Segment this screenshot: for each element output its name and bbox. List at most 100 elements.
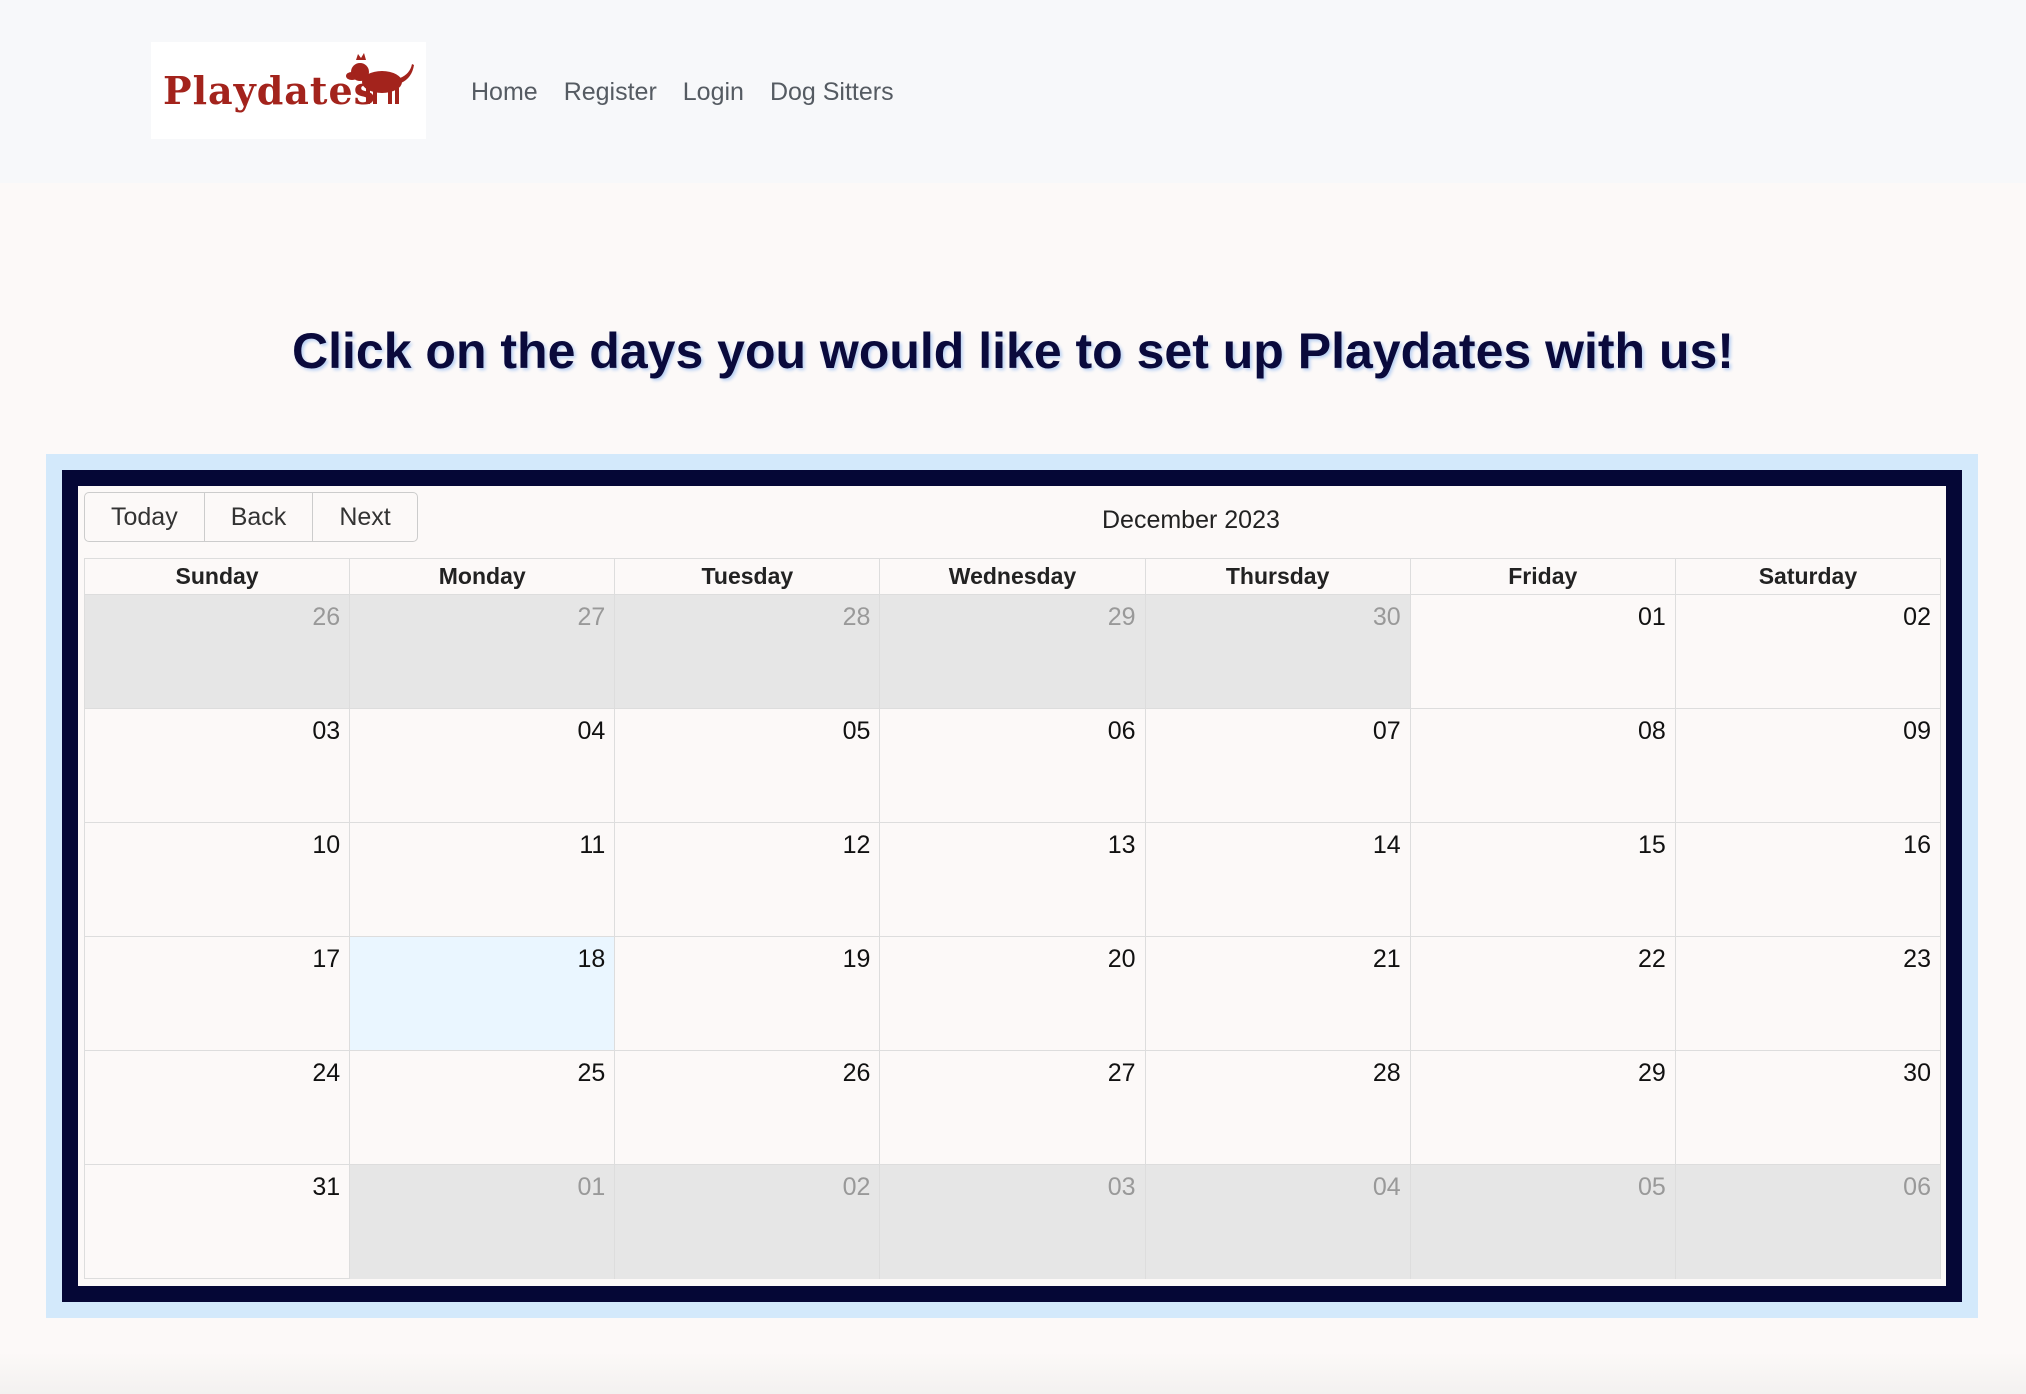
day-cell[interactable]: 29: [1409, 1051, 1675, 1164]
day-number: 02: [842, 1173, 871, 1201]
day-cell[interactable]: 13: [879, 823, 1144, 936]
day-cell[interactable]: 27: [879, 1051, 1144, 1164]
week-row: 03 04 05 06 07 08 09: [85, 709, 1940, 823]
day-cell[interactable]: 09: [1674, 709, 1940, 822]
day-cell[interactable]: 01: [1409, 595, 1675, 708]
weekday-header: Sunday Monday Tuesday Wednesday Thursday Frid…: [85, 559, 1940, 595]
weekday-monday: Monday: [349, 559, 614, 594]
day-number: 17: [312, 945, 341, 973]
day-number: 04: [577, 717, 606, 745]
next-button[interactable]: Next: [312, 492, 418, 542]
day-number: 26: [842, 1059, 871, 1087]
day-cell[interactable]: 02: [1674, 595, 1940, 708]
day-cell[interactable]: 31: [85, 1165, 349, 1279]
week-row: 24 25 26 27 28 29 30: [85, 1051, 1940, 1165]
day-cell-other-month[interactable]: 28: [614, 595, 880, 708]
day-number: 14: [1372, 831, 1401, 859]
week-row: 26 27 28 29 30 01 02: [85, 595, 1940, 709]
day-cell[interactable]: 20: [879, 937, 1144, 1050]
weekday-saturday: Saturday: [1674, 559, 1940, 594]
day-cell[interactable]: 25: [349, 1051, 614, 1164]
day-cell[interactable]: 26: [614, 1051, 879, 1164]
week-row: 31 01 02 03 04 05 06: [85, 1165, 1940, 1279]
day-number: 19: [842, 945, 871, 973]
day-number: 21: [1372, 945, 1401, 973]
day-cell[interactable]: 16: [1674, 823, 1940, 936]
logo[interactable]: Playdates: [151, 42, 426, 139]
day-cell[interactable]: 07: [1144, 709, 1410, 822]
day-number: 08: [1638, 717, 1666, 745]
weekday-tuesday: Tuesday: [614, 559, 879, 594]
day-number: 01: [1638, 603, 1666, 631]
day-cell[interactable]: 03: [85, 709, 349, 822]
day-cell[interactable]: 17: [85, 937, 349, 1050]
nav-login[interactable]: Login: [683, 75, 744, 109]
day-number: 24: [312, 1059, 341, 1087]
day-number: 05: [842, 717, 871, 745]
week-row: 17 18 19 20 21 22 23: [85, 937, 1940, 1051]
back-button[interactable]: Back: [203, 492, 314, 542]
day-number: 02: [1903, 603, 1931, 631]
calendar-toolbar: Today Back Next: [84, 492, 418, 542]
day-number: 27: [1107, 1059, 1136, 1087]
day-number: 28: [1372, 1059, 1401, 1087]
nav-links: Home Register Login Dog Sitters: [471, 75, 920, 109]
day-number: 25: [577, 1059, 606, 1087]
day-number: 11: [579, 831, 606, 859]
day-cell-other-month[interactable]: 30: [1144, 595, 1410, 708]
weekday-thursday: Thursday: [1144, 559, 1410, 594]
day-cell[interactable]: 28: [1144, 1051, 1410, 1164]
nav-dog-sitters[interactable]: Dog Sitters: [770, 75, 894, 109]
day-cell-other-month[interactable]: 29: [879, 595, 1145, 708]
day-number: 31: [312, 1173, 341, 1201]
day-number: 13: [1107, 831, 1136, 859]
day-number: 15: [1638, 831, 1666, 859]
page-footer-fade: [0, 1352, 2026, 1394]
weekday-sunday: Sunday: [175, 563, 259, 589]
day-number: 29: [1107, 603, 1136, 631]
day-cell-other-month[interactable]: 02: [614, 1165, 880, 1279]
day-number: 09: [1903, 717, 1931, 745]
month-grid: Sunday Monday Tuesday Wednesday Thursday Frid…: [84, 558, 1941, 1279]
day-number: 30: [1903, 1059, 1931, 1087]
page-headline: Click on the days you would like to set …: [292, 323, 1734, 379]
day-cell[interactable]: 15: [1409, 823, 1675, 936]
day-number: 20: [1107, 945, 1136, 973]
day-cell-today[interactable]: 18: [349, 937, 615, 1050]
dog-icon: [346, 53, 414, 104]
day-cell[interactable]: 19: [614, 937, 879, 1050]
day-cell-other-month[interactable]: 05: [1409, 1165, 1675, 1279]
day-cell-other-month[interactable]: 03: [879, 1165, 1145, 1279]
day-cell[interactable]: 05: [614, 709, 879, 822]
today-button[interactable]: Today: [84, 492, 205, 542]
weekday-friday: Friday: [1409, 559, 1675, 594]
day-cell[interactable]: 14: [1144, 823, 1410, 936]
day-cell[interactable]: 04: [349, 709, 614, 822]
day-number: 06: [1107, 717, 1136, 745]
day-cell[interactable]: 06: [879, 709, 1144, 822]
day-number: 22: [1638, 945, 1666, 973]
day-cell[interactable]: 30: [1674, 1051, 1940, 1164]
week-row: 10 11 12 13 14 15 16: [85, 823, 1940, 937]
day-cell-other-month[interactable]: 01: [349, 1165, 615, 1279]
day-cell[interactable]: 24: [85, 1051, 349, 1164]
nav-register[interactable]: Register: [564, 75, 657, 109]
day-cell[interactable]: 21: [1144, 937, 1410, 1050]
day-cell[interactable]: 22: [1409, 937, 1675, 1050]
day-number: 07: [1372, 717, 1401, 745]
day-cell-other-month[interactable]: 26: [85, 595, 350, 708]
day-cell[interactable]: 10: [85, 823, 349, 936]
day-cell-other-month[interactable]: 04: [1144, 1165, 1410, 1279]
weekday-wednesday: Wednesday: [879, 559, 1144, 594]
day-cell-other-month[interactable]: 06: [1674, 1165, 1940, 1279]
day-number: 26: [312, 603, 341, 631]
day-number: 23: [1903, 945, 1931, 973]
day-cell-other-month[interactable]: 27: [349, 595, 615, 708]
nav-home[interactable]: Home: [471, 75, 538, 109]
day-number: 05: [1638, 1173, 1666, 1201]
day-cell[interactable]: 23: [1674, 937, 1940, 1050]
day-cell[interactable]: 11: [349, 823, 614, 936]
day-cell[interactable]: 12: [614, 823, 879, 936]
day-cell[interactable]: 08: [1409, 709, 1675, 822]
day-number: 30: [1372, 603, 1401, 631]
